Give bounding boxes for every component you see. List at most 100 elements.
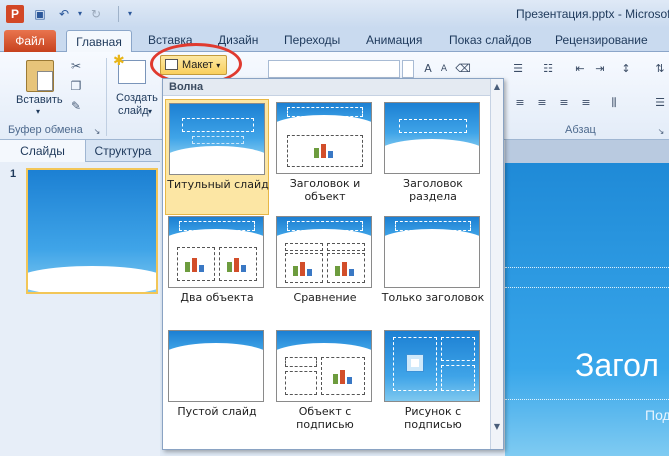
placeholder-border	[505, 267, 669, 268]
font-size-box[interactable]	[402, 60, 414, 78]
align-text-icon[interactable]: ☰	[652, 96, 668, 110]
tab-home[interactable]: Главная	[66, 30, 132, 53]
clipboard-icon[interactable]	[26, 60, 54, 92]
layout-label: Рисунок с подписью	[404, 405, 462, 431]
title-placeholder	[179, 221, 255, 231]
layout-thumbnail	[276, 102, 372, 174]
placeholder-border	[505, 287, 669, 288]
increase-indent-icon[interactable]: ⇥	[592, 62, 608, 76]
paste-button-label[interactable]: Вставить	[16, 94, 63, 106]
content-placeholder	[321, 357, 365, 395]
text-direction-icon[interactable]: ⇅	[652, 62, 668, 76]
font-name-box[interactable]	[268, 60, 400, 78]
layout-title-and-content[interactable]: Заголовок и объект	[273, 99, 377, 215]
layout-comparison[interactable]: Сравнение	[273, 213, 377, 329]
layout-label: Только заголовок	[381, 291, 485, 304]
tab-slide-show[interactable]: Показ слайдов	[449, 33, 532, 47]
title-placeholder	[395, 221, 471, 231]
placeholder-border	[505, 399, 669, 400]
layout-label: Заголовок и объект	[289, 177, 361, 203]
slides-panel: 1	[0, 162, 160, 456]
new-slide-label-1[interactable]: Создать	[116, 92, 158, 104]
layout-title-only[interactable]: Только заголовок	[381, 213, 485, 329]
layout-label: Объект с подписью	[296, 405, 354, 431]
wave-decoration	[385, 139, 479, 169]
group-separator	[106, 58, 107, 136]
save-icon[interactable]: ▣	[32, 6, 48, 22]
caption-placeholder-right	[327, 243, 365, 251]
numbering-icon[interactable]: ☷	[540, 62, 556, 76]
tab-transitions[interactable]: Переходы	[284, 33, 340, 47]
layout-label: Сравнение	[293, 291, 357, 304]
powerpoint-app-icon[interactable]: P	[6, 5, 24, 23]
paragraph-launcher-icon[interactable]: ↘	[656, 124, 666, 136]
undo-dropdown-icon[interactable]: ▾	[72, 6, 88, 22]
layout-section-header[interactable]: Заголовок раздела	[381, 99, 485, 215]
line-spacing-icon[interactable]: ↕	[618, 62, 634, 76]
content-icons	[314, 144, 336, 158]
content-icons	[333, 370, 355, 384]
slide-number: 1	[10, 168, 17, 180]
layout-blank[interactable]: Пустой слайд	[165, 327, 269, 443]
panel-tabs: Слайды Структура	[0, 140, 160, 162]
align-left-icon[interactable]: ≡	[512, 96, 528, 110]
content-placeholder-left	[177, 247, 215, 281]
layout-thumbnail	[168, 216, 264, 288]
bullets-icon[interactable]: ☰	[510, 62, 526, 76]
layout-picture-with-caption[interactable]: Рисунок с подписью	[381, 327, 485, 443]
layout-thumbnail	[276, 330, 372, 402]
copy-icon[interactable]: ❐	[68, 78, 84, 94]
clear-format-icon[interactable]: ⌫	[455, 62, 471, 76]
layout-content-with-caption[interactable]: Объект с подписью	[273, 327, 377, 443]
title-placeholder	[399, 119, 467, 133]
caption-title-placeholder	[441, 337, 475, 361]
redo-icon[interactable]: ↻	[88, 6, 104, 22]
decrease-indent-icon[interactable]: ⇤	[572, 62, 588, 76]
align-center-icon[interactable]: ≡	[534, 96, 550, 110]
caption-text-placeholder	[285, 371, 317, 395]
scroll-up-icon[interactable]: ▲	[491, 81, 503, 93]
layout-label: Два объекта	[180, 291, 254, 304]
layout-label: Титульный слайд	[167, 178, 269, 191]
slide-thumbnail[interactable]	[26, 168, 158, 294]
caption-text-placeholder	[441, 365, 475, 391]
shrink-font-icon[interactable]: A	[436, 62, 452, 76]
content-icons	[185, 258, 207, 272]
format-painter-icon[interactable]: ✎	[68, 98, 84, 114]
scissors-icon[interactable]: ✂	[68, 58, 84, 74]
new-slide-label-2[interactable]: слайд	[118, 105, 149, 117]
chevron-down-icon[interactable]: ▾	[122, 6, 138, 22]
tab-slides[interactable]: Слайды	[0, 140, 86, 162]
justify-icon[interactable]: ≡	[578, 96, 594, 110]
content-placeholder-left	[285, 253, 323, 283]
layout-label: Заголовок раздела	[403, 177, 463, 203]
tab-file[interactable]: Файл	[4, 30, 56, 52]
layout-thumbnail	[384, 102, 480, 174]
slide-title-text[interactable]: Загол	[575, 347, 659, 384]
grow-font-icon[interactable]: A	[420, 62, 436, 76]
layout-two-content[interactable]: Два объекта	[165, 213, 269, 329]
picture-icon	[406, 354, 424, 372]
main-slide[interactable]: Загол Под	[505, 163, 669, 456]
layout-label: Пустой слайд	[177, 405, 257, 418]
tab-design[interactable]: Дизайн	[218, 33, 258, 47]
title-placeholder	[287, 107, 363, 117]
slide-subtitle-text[interactable]: Под	[645, 407, 669, 423]
columns-icon[interactable]: ⫼	[606, 96, 622, 110]
align-right-icon[interactable]: ≡	[556, 96, 572, 110]
undo-icon[interactable]: ↶	[56, 6, 72, 22]
gallery-scrollbar[interactable]: ▲ ▼	[490, 79, 503, 449]
new-slide-dropdown-icon[interactable]: ▾	[148, 107, 152, 116]
scroll-down-icon[interactable]: ▼	[491, 421, 503, 433]
gallery-theme-header: Волна	[163, 79, 492, 96]
tab-review[interactable]: Рецензирование	[555, 33, 648, 47]
layout-thumbnail	[168, 330, 264, 402]
new-slide-icon[interactable]	[113, 53, 146, 84]
tab-animations[interactable]: Анимация	[366, 33, 422, 47]
tab-outline[interactable]: Структура	[86, 140, 160, 162]
paste-dropdown-icon[interactable]: ▾	[36, 107, 40, 116]
layout-title-slide[interactable]: Титульный слайд	[165, 99, 269, 215]
clipboard-launcher-icon[interactable]: ↘	[92, 124, 102, 136]
ribbon-tab-row: Файл Главная Вставка Дизайн Переходы Ани…	[0, 28, 669, 53]
title-placeholder	[182, 118, 254, 132]
